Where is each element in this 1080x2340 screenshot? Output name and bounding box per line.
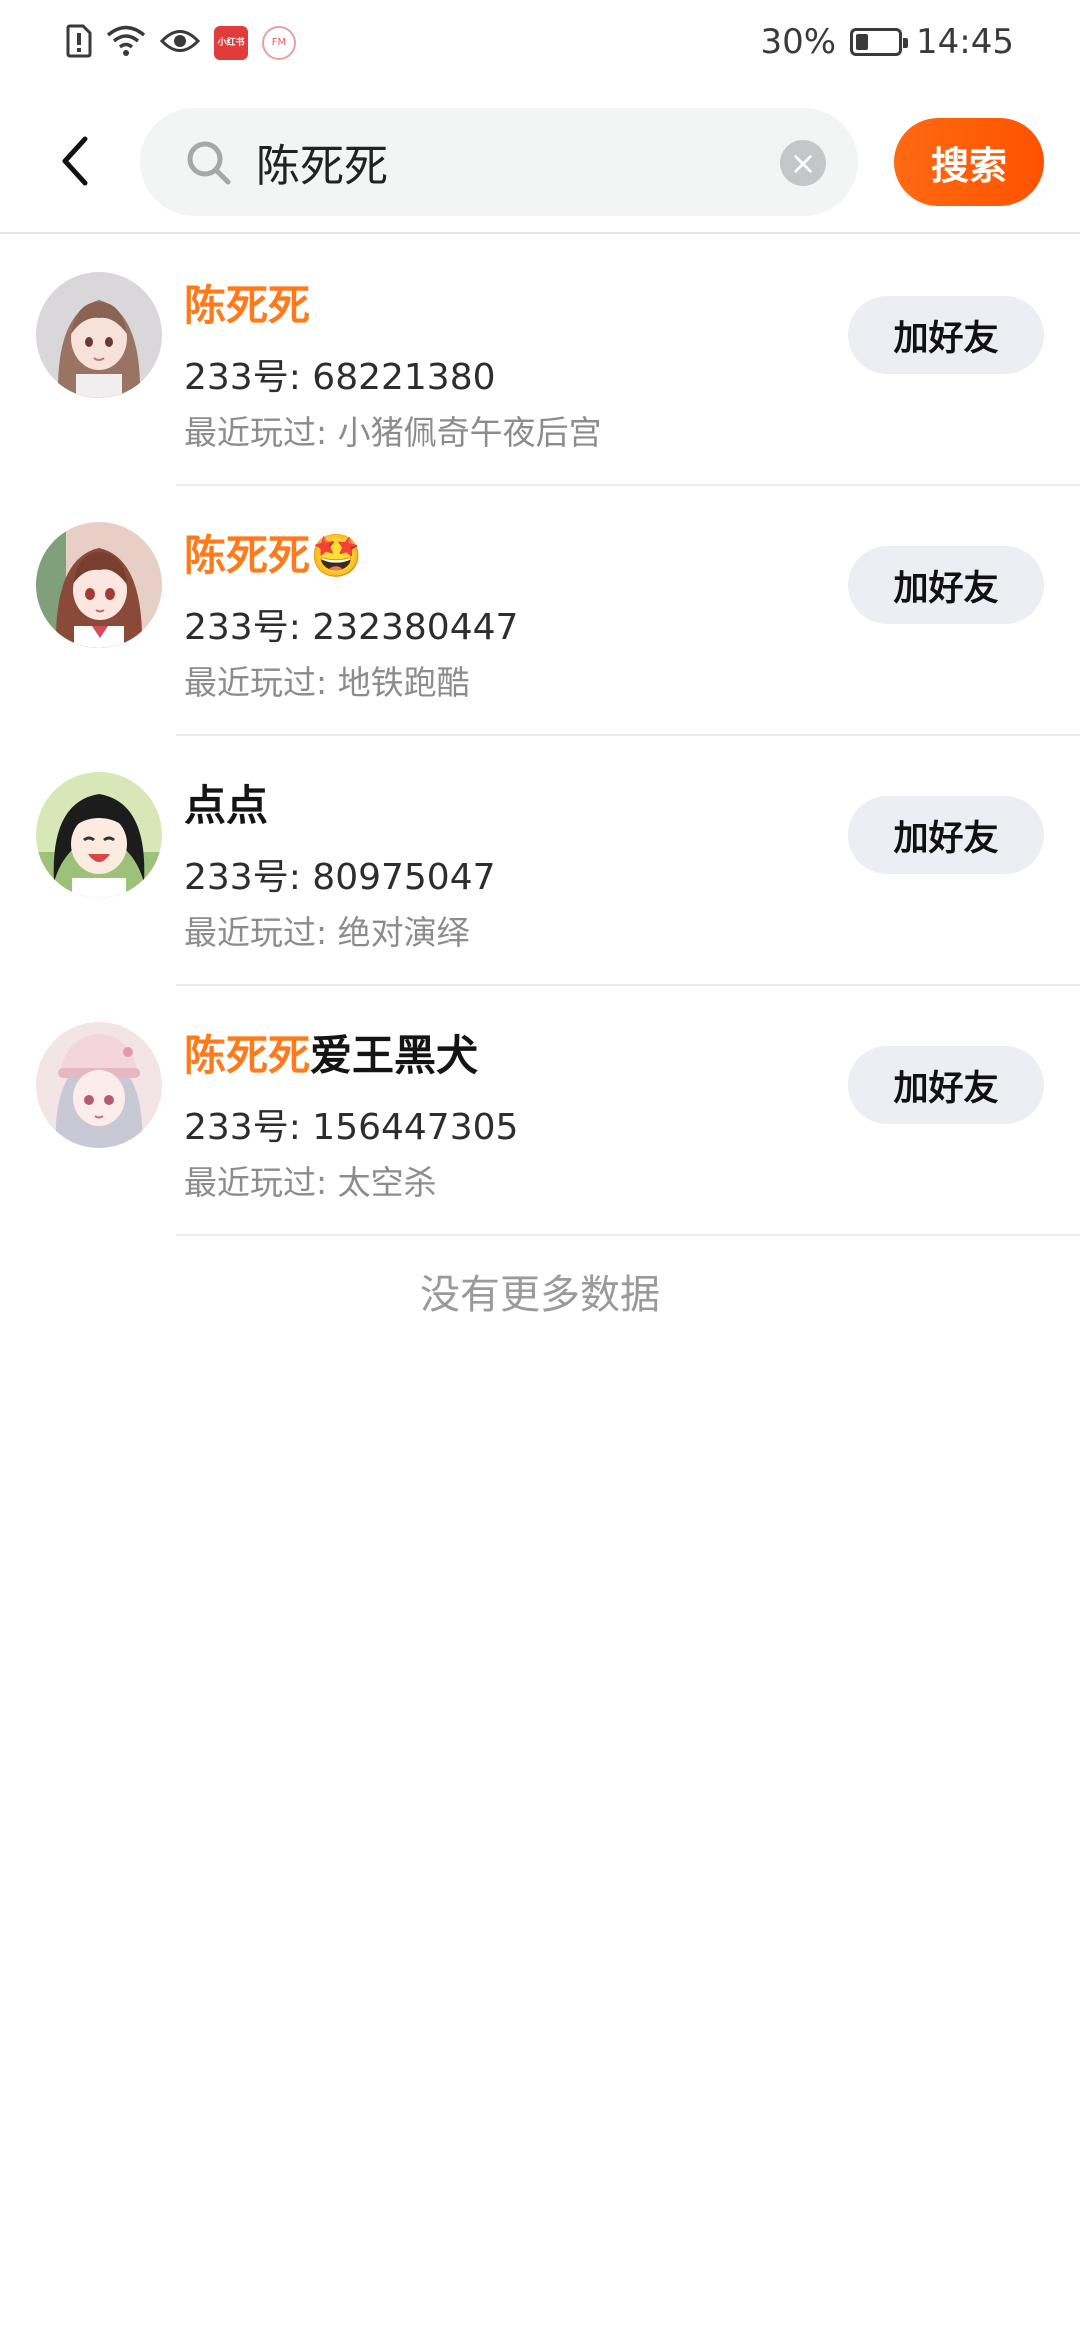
close-icon: × bbox=[789, 144, 817, 182]
recently-played: 最近玩过: 绝对演绎 bbox=[184, 913, 470, 952]
add-friend-button[interactable]: 加好友 bbox=[848, 296, 1044, 374]
user-id: 233号: 232380447 bbox=[184, 607, 519, 648]
avatar[interactable] bbox=[36, 772, 162, 898]
sim-alert-icon bbox=[66, 24, 92, 62]
user-result-row[interactable]: 陈死死🤩 233号: 232380447 最近玩过: 地铁跑酷 加好友 bbox=[0, 486, 1080, 736]
avatar[interactable] bbox=[36, 522, 162, 648]
no-more-data-label: 没有更多数据 bbox=[420, 1272, 660, 1318]
app-notification-icon: 小红书 bbox=[214, 26, 248, 60]
search-icon bbox=[187, 141, 231, 185]
name-highlight: 陈死死 bbox=[184, 1031, 311, 1080]
name-highlight: 陈死死 bbox=[184, 281, 311, 330]
clear-search-button[interactable]: × bbox=[780, 140, 826, 186]
user-result-row[interactable]: 陈死死 233号: 68221380 最近玩过: 小猪佩奇午夜后宫 加好友 bbox=[0, 236, 1080, 486]
battery-icon: ⚡ bbox=[850, 28, 909, 56]
search-results-list: 陈死死 233号: 68221380 最近玩过: 小猪佩奇午夜后宫 加好友 陈死… bbox=[0, 236, 1080, 1236]
back-button[interactable] bbox=[40, 126, 110, 196]
status-right: 30% ⚡ 14:45 bbox=[760, 22, 1014, 62]
add-friend-button[interactable]: 加好友 bbox=[848, 1046, 1044, 1124]
name-rest: 点点 bbox=[184, 781, 269, 830]
eye-icon bbox=[159, 26, 201, 60]
clock: 14:45 bbox=[916, 22, 1014, 62]
search-header: × 搜索 bbox=[0, 96, 1080, 234]
avatar[interactable] bbox=[36, 272, 162, 398]
name-rest: 爱王黑犬 bbox=[310, 1031, 479, 1080]
battery-percent: 30% bbox=[760, 22, 837, 62]
status-bar: 小红书 FM 30% ⚡ 14:45 bbox=[0, 0, 1080, 96]
divider bbox=[176, 1234, 1080, 1236]
search-input[interactable] bbox=[256, 122, 756, 202]
back-arrow-icon bbox=[62, 136, 88, 186]
search-button[interactable]: 搜索 bbox=[894, 118, 1044, 206]
user-result-row[interactable]: 点点 233号: 80975047 最近玩过: 绝对演绎 加好友 bbox=[0, 736, 1080, 986]
wifi-icon bbox=[106, 24, 146, 62]
user-id: 233号: 68221380 bbox=[184, 357, 496, 398]
recently-played: 最近玩过: 小猪佩奇午夜后宫 bbox=[184, 413, 602, 452]
user-id: 233号: 80975047 bbox=[184, 857, 496, 898]
status-left-icons: 小红书 FM bbox=[66, 24, 296, 62]
user-name: 陈死死爱王黑犬 bbox=[184, 1022, 478, 1083]
add-friend-button[interactable]: 加好友 bbox=[848, 796, 1044, 874]
add-friend-button[interactable]: 加好友 bbox=[848, 546, 1044, 624]
user-name: 陈死死 bbox=[184, 272, 310, 333]
search-box[interactable]: × bbox=[140, 108, 858, 216]
fm-radio-icon: FM bbox=[262, 26, 296, 60]
charging-bolt-icon: ⚡ bbox=[867, 29, 883, 54]
user-id: 233号: 156447305 bbox=[184, 1107, 519, 1148]
user-result-row[interactable]: 陈死死爱王黑犬 233号: 156447305 最近玩过: 太空杀 加好友 bbox=[0, 986, 1080, 1236]
recently-played: 最近玩过: 太空杀 bbox=[184, 1163, 437, 1202]
name-rest: 🤩 bbox=[310, 531, 363, 580]
recently-played: 最近玩过: 地铁跑酷 bbox=[184, 663, 470, 702]
user-name: 陈死死🤩 bbox=[184, 522, 362, 583]
avatar[interactable] bbox=[36, 1022, 162, 1148]
user-name: 点点 bbox=[184, 772, 268, 833]
name-highlight: 陈死死 bbox=[184, 531, 311, 580]
